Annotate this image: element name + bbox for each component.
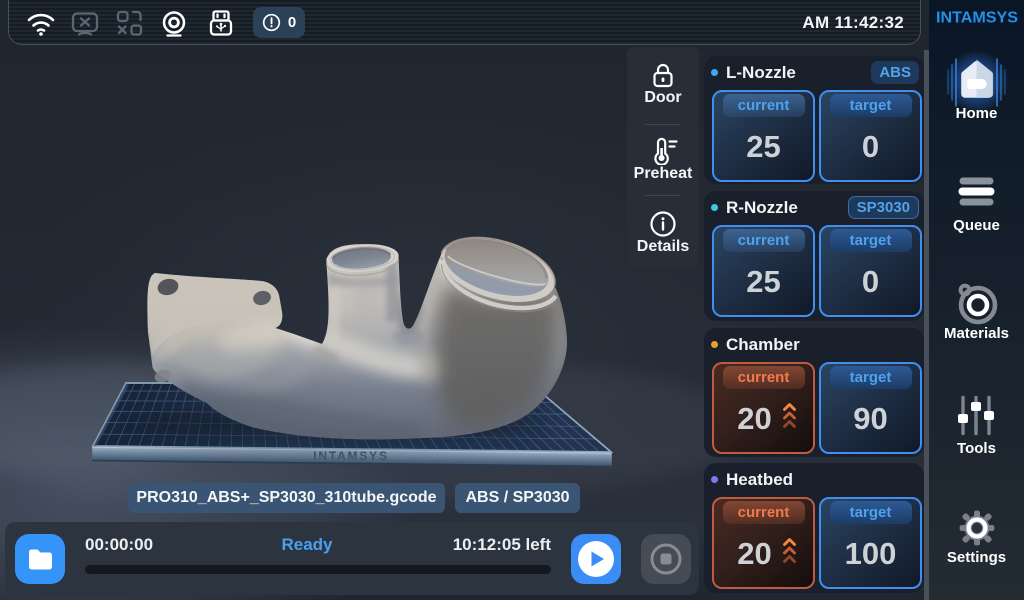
svg-text:INTAMSYS: INTAMSYS: [313, 449, 389, 463]
svg-text:INTAMSYS: INTAMSYS: [936, 10, 1018, 26]
